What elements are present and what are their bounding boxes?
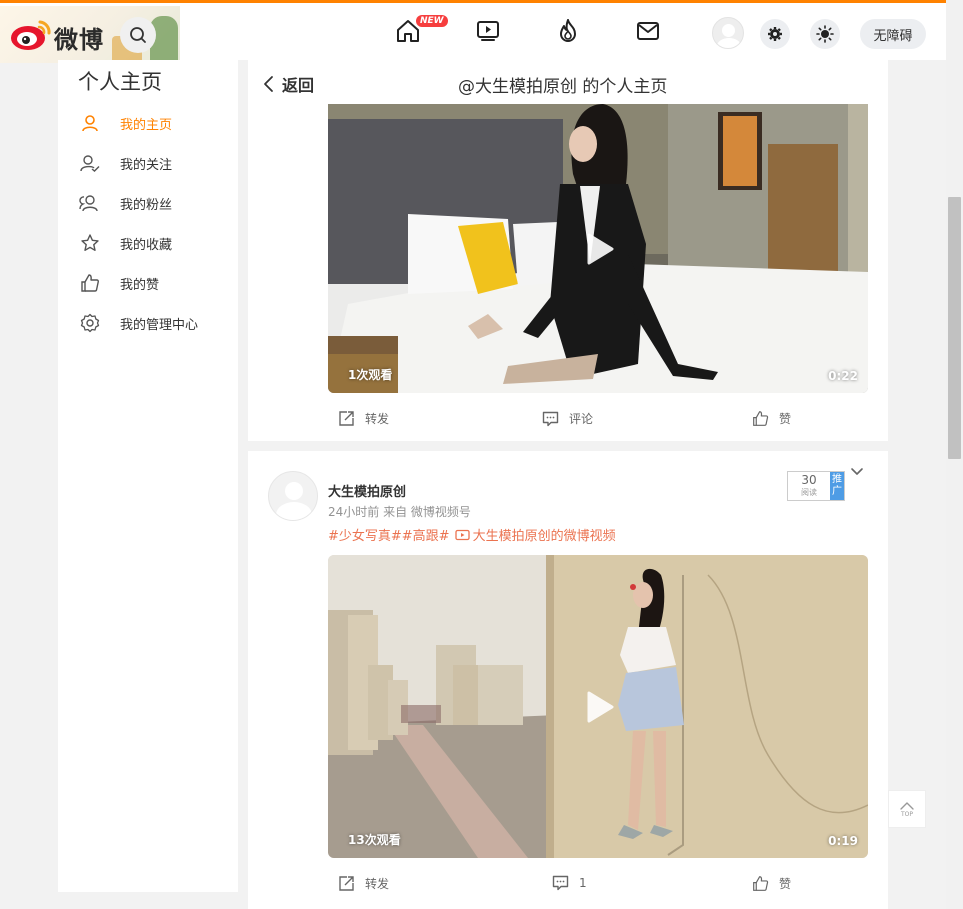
back-to-top-button[interactable]: TOP [888,790,926,828]
repost-label: 转发 [365,412,390,426]
comment-button[interactable]: 1 [552,875,587,891]
video-link[interactable]: 大生模拍原创的微博视频 [473,525,616,544]
sidebar-item-label: 我的关注 [120,157,173,173]
sidebar-item-label: 我的管理中心 [120,317,199,333]
like-button[interactable]: 赞 [752,410,791,427]
video-link-icon [454,529,470,541]
nav-messages[interactable] [634,17,662,45]
user-check-icon [78,151,102,175]
sidebar-item-fans[interactable]: 我的粉丝 [78,191,238,215]
thumbs-up-icon [753,876,769,891]
view-count: 13次观看 [348,833,401,847]
post-card: 大生模拍原创 24小时前 来自 微博视频号 #少女写真##高跟# 大生模拍原创的… [248,451,888,909]
sun-icon [816,25,834,43]
back-to-top-label: TOP [900,810,913,818]
author-avatar[interactable] [268,471,318,521]
post-meta: 24小时前 来自 微博视频号 [328,505,471,519]
repost-button[interactable]: 转发 [338,875,389,892]
repost-icon [339,876,354,891]
star-icon [78,231,102,255]
sidebar-item-label: 我的粉丝 [120,197,173,213]
sidebar-item-management[interactable]: 我的管理中心 [78,311,238,335]
read-count-box[interactable]: 30 阅读 推广 [787,471,845,501]
read-label: 阅读 [801,488,817,497]
top-navbar: 微博 NEW 无障碍 [0,0,946,63]
video-player[interactable]: 13次观看 0:19 [328,555,868,858]
profile-header: 返回 @大生模拍原创 的个人主页 [248,60,888,104]
sidebar-item-my-home[interactable]: 我的主页 [78,111,238,135]
play-icon[interactable] [578,229,618,269]
sidebar-item-label: 我的收藏 [120,237,173,253]
thumbs-up-icon [78,271,102,295]
video-duration: 0:19 [828,834,858,848]
like-label: 赞 [779,412,792,426]
chevron-down-icon[interactable] [850,467,864,477]
sidebar: 个人主页 我的主页 我的关注 我的粉丝 我的收藏 我的赞 我的管理中心 [58,60,238,892]
gear-icon [78,311,102,335]
sidebar-title: 个人主页 [78,70,162,94]
author-name[interactable]: 大生模拍原创 [328,481,406,500]
thumbs-up-icon [753,411,769,426]
users-icon [78,191,102,215]
theme-toggle-button[interactable] [810,19,840,49]
read-count: 30 [801,473,817,487]
comment-button[interactable]: 评论 [542,410,593,427]
topic-tags[interactable]: #少女写真##高跟# [328,525,450,544]
back-button[interactable]: 返回 [262,72,314,96]
video-player[interactable]: 1次观看 0:22 [328,104,868,393]
sidebar-item-label: 我的赞 [120,277,160,293]
like-label: 赞 [779,877,792,891]
post-actions: 转发 评论 赞 [328,410,868,434]
play-icon[interactable] [578,687,618,727]
search-button[interactable] [120,17,156,53]
comment-icon [552,875,569,891]
sidebar-item-favorites[interactable]: 我的收藏 [78,231,238,255]
flame-icon [560,19,576,42]
gear-icon [768,27,782,41]
mail-icon [637,22,659,40]
comment-label: 评论 [569,412,594,426]
scrollbar-thumb[interactable] [948,197,961,459]
logo-text: 微博 [54,26,104,54]
settings-button[interactable] [760,19,790,49]
user-icon [78,111,102,135]
repost-button[interactable]: 转发 [338,410,389,427]
weibo-eye-icon [11,20,51,50]
post-actions: 转发 1 赞 [328,875,868,899]
video-icon [477,21,499,41]
repost-icon [339,411,354,426]
accessibility-button[interactable]: 无障碍 [860,19,926,49]
page-title: @大生模拍原创 的个人主页 [458,77,668,97]
comment-count: 1 [579,876,587,890]
promote-button[interactable]: 推广 [830,472,844,500]
new-badge: NEW [416,15,448,27]
sidebar-item-likes[interactable]: 我的赞 [78,271,238,295]
profile-avatar[interactable] [712,17,744,49]
back-label: 返回 [282,76,315,95]
post-card: 1次观看 0:22 转发 评论 赞 [248,104,888,441]
video-duration: 0:22 [828,369,858,383]
like-button[interactable]: 赞 [752,875,791,892]
comment-icon [542,411,559,426]
chevron-left-icon [264,76,273,92]
nav-hot[interactable] [554,17,582,45]
sidebar-item-label: 我的主页 [120,117,173,133]
search-icon [130,27,146,43]
view-count: 1次观看 [348,368,393,382]
chevron-up-icon [900,801,914,810]
sidebar-item-following[interactable]: 我的关注 [78,151,238,175]
repost-label: 转发 [365,877,390,891]
nav-video[interactable] [474,17,502,45]
post-text: #少女写真##高跟# 大生模拍原创的微博视频 [328,525,616,544]
